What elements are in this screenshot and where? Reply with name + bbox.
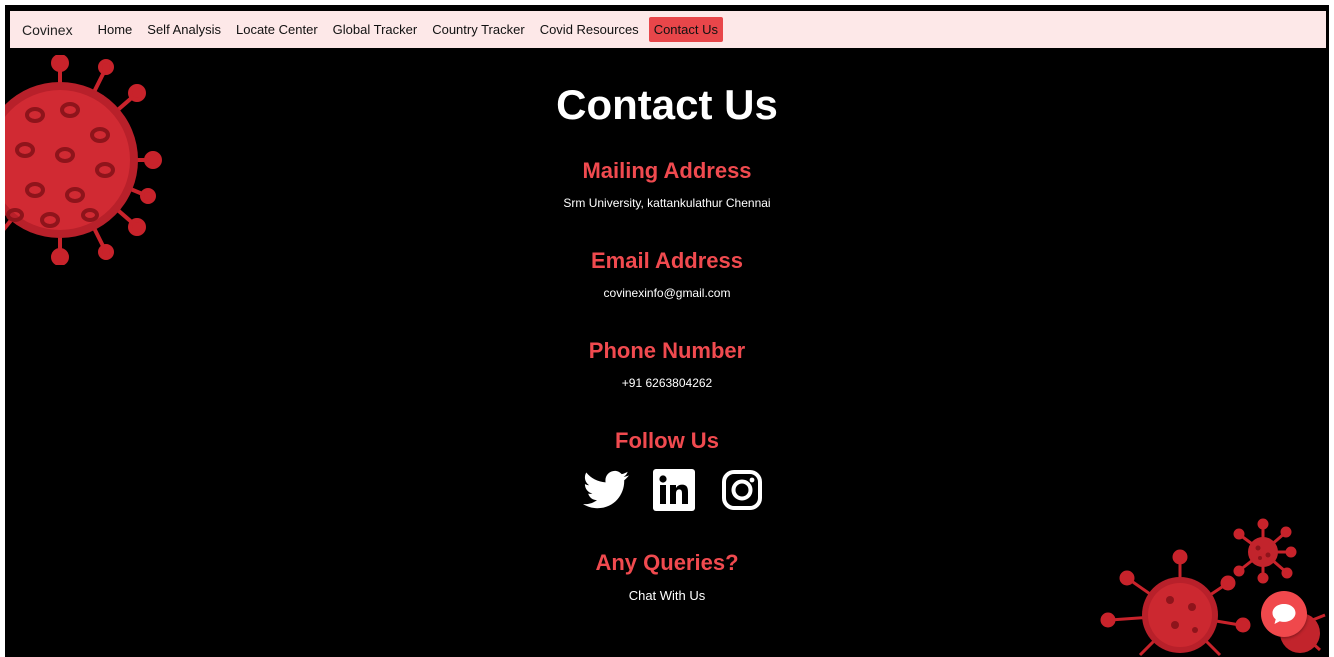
phone-number-heading: Phone Number [588, 338, 746, 363]
nav-link-covid-resources[interactable]: Covid Resources [535, 17, 644, 42]
instagram-icon[interactable] [719, 467, 765, 513]
linkedin-icon[interactable] [651, 467, 697, 513]
nav-link-self-analysis[interactable]: Self Analysis [142, 17, 226, 42]
page-title: Contact Us [556, 81, 778, 128]
any-queries-heading: Any Queries? [595, 550, 739, 575]
virus-decoration-bottom-right [1100, 518, 1326, 657]
brand-logo[interactable]: Covinex [22, 22, 73, 38]
nav-link-contact-us[interactable]: Contact Us [648, 17, 723, 42]
chat-icon [1272, 604, 1296, 624]
mailing-address-heading: Mailing Address [582, 158, 752, 183]
nav-link-locate-center[interactable]: Locate Center [231, 17, 323, 42]
social-links [583, 467, 765, 513]
nav-link-country-tracker[interactable]: Country Tracker [427, 17, 529, 42]
chat-button[interactable] [1261, 591, 1307, 637]
page-frame: Covinex Home Self Analysis Locate Center… [5, 5, 1329, 657]
follow-us-heading: Follow Us [615, 428, 719, 453]
top-navbar: Covinex Home Self Analysis Locate Center… [10, 11, 1326, 48]
nav-link-global-tracker[interactable]: Global Tracker [328, 17, 423, 42]
phone-number-text[interactable]: +91 6263804262 [5, 376, 1329, 390]
chat-with-us-link[interactable]: Chat With Us [5, 588, 1329, 603]
twitter-icon[interactable] [583, 467, 629, 513]
nav-link-home[interactable]: Home [93, 17, 138, 42]
mailing-address-text: Srm University, kattankulathur Chennai [563, 196, 771, 210]
email-address-heading: Email Address [590, 248, 744, 273]
email-address-text[interactable]: covinexinfo@gmail.com [5, 286, 1329, 300]
